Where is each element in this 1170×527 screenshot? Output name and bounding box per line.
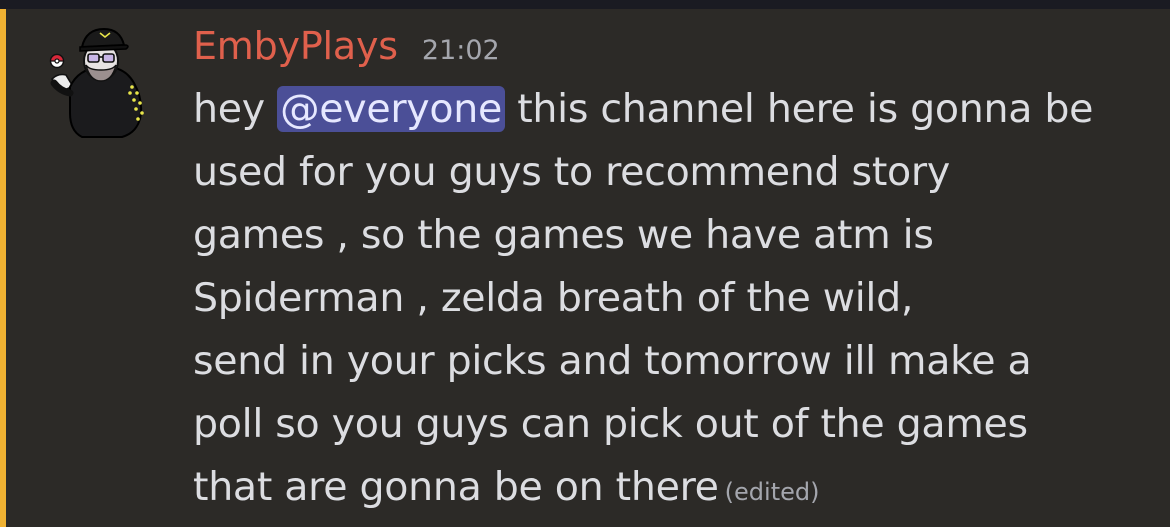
- message-header: EmbyPlays 21:02: [193, 23, 500, 73]
- discord-message-screen: EmbyPlays 21:02 hey @everyone this chann…: [0, 0, 1170, 527]
- avatar[interactable]: [44, 23, 156, 141]
- top-divider: [0, 0, 1170, 9]
- chat-message: EmbyPlays 21:02 hey @everyone this chann…: [6, 9, 1170, 527]
- message-text: this channel here is gonna be: [504, 86, 1094, 132]
- message-line: that are gonna be on there (edited): [193, 456, 1133, 519]
- message-line: send in your picks and tomorrow ill make…: [193, 338, 1032, 384]
- author-username[interactable]: EmbyPlays: [193, 23, 398, 69]
- message-timestamp[interactable]: 21:02: [422, 28, 500, 74]
- message-line: poll so you guys can pick out of the gam…: [193, 401, 1028, 447]
- message-text: hey: [193, 86, 278, 132]
- message-line: hey @everyone this channel here is gonna…: [193, 78, 1133, 141]
- message-content: hey @everyone this channel here is gonna…: [193, 78, 1133, 519]
- message-line: used for you guys to recommend story: [193, 149, 950, 195]
- message-text: that are gonna be on there: [193, 464, 719, 510]
- edited-label: (edited): [724, 478, 820, 506]
- pokeball-icon: [49, 53, 65, 69]
- message-line: games , so the games we have atm is: [193, 212, 934, 258]
- everyone-mention[interactable]: @everyone: [277, 86, 505, 132]
- message-line: Spiderman , zelda breath of the wild,: [193, 275, 914, 321]
